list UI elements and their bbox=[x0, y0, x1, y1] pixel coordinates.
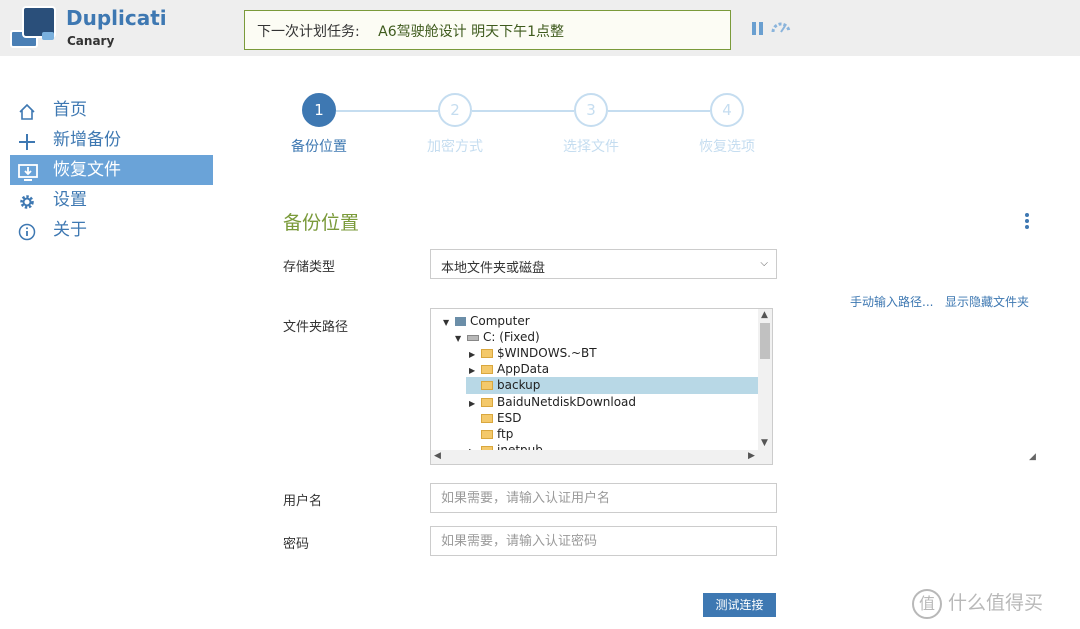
home-icon bbox=[18, 101, 36, 120]
schedule-label: 下一次计划任务: bbox=[257, 24, 360, 40]
watermark: 值什么值得买 bbox=[912, 588, 1043, 619]
top-header: Duplicati Canary 下一次计划任务: A6驾驶舱设计 明天下午1点… bbox=[0, 0, 1080, 56]
step-3-label: 选择文件 bbox=[563, 139, 619, 155]
username-field[interactable] bbox=[430, 483, 777, 513]
storage-type-value: 本地文件夹或磁盘 bbox=[441, 261, 546, 276]
tree-node-computer[interactable]: ▼ Computer bbox=[443, 313, 530, 329]
step-3-circle[interactable]: 3 bbox=[574, 93, 608, 127]
info-icon bbox=[18, 221, 36, 241]
expand-arrow-icon[interactable]: ▼ bbox=[455, 331, 467, 347]
next-scheduled-task[interactable]: 下一次计划任务: A6驾驶舱设计 明天下午1点整 bbox=[244, 10, 731, 50]
more-options-icon[interactable] bbox=[1024, 213, 1030, 229]
wizard-stepper: 1 2 3 4 备份位置 加密方式 选择文件 恢复选项 bbox=[291, 93, 780, 163]
tree-node-folder[interactable]: ▶ BaiduNetdiskDownload bbox=[469, 394, 636, 410]
show-hidden-folders-link[interactable]: 显示隐藏文件夹 bbox=[945, 293, 1029, 310]
pause-icon[interactable] bbox=[752, 22, 764, 35]
duplicati-logo[interactable] bbox=[10, 6, 56, 50]
tree-node-folder[interactable]: ▶ AppData bbox=[469, 361, 549, 377]
sidebar-nav: 首页 新增备份 恢复文件 设置 关于 bbox=[10, 95, 213, 245]
step-4-label: 恢复选项 bbox=[699, 139, 755, 155]
tree-node-folder-selected[interactable]: backup bbox=[469, 377, 540, 393]
step-1-circle[interactable]: 1 bbox=[302, 93, 336, 127]
gear-icon bbox=[18, 191, 36, 209]
app-title[interactable]: Duplicati bbox=[66, 6, 167, 30]
watermark-text: 什么值得买 bbox=[948, 592, 1044, 614]
folder-icon bbox=[481, 349, 493, 358]
step-4-circle[interactable]: 4 bbox=[710, 93, 744, 127]
tree-node-folder[interactable]: ESD bbox=[469, 410, 521, 426]
computer-icon bbox=[455, 317, 466, 326]
test-connection-button[interactable]: 测试连接 bbox=[703, 593, 776, 617]
sidebar-item-restore[interactable]: 恢复文件 bbox=[10, 155, 213, 185]
folder-icon bbox=[481, 430, 493, 439]
plus-icon bbox=[18, 131, 36, 150]
section-title: 备份位置 bbox=[283, 212, 360, 234]
sidebar-item-label: 关于 bbox=[53, 220, 87, 240]
sidebar-item-add-backup[interactable]: 新增备份 bbox=[10, 125, 213, 155]
tree-node-folder[interactable]: ftp bbox=[469, 426, 513, 442]
restore-icon bbox=[18, 161, 38, 181]
throttle-icon[interactable] bbox=[770, 20, 792, 36]
schedule-value: A6驾驶舱设计 明天下午1点整 bbox=[378, 24, 565, 40]
scrollbar-thumb[interactable] bbox=[760, 323, 770, 359]
folder-icon bbox=[481, 381, 493, 390]
folder-icon bbox=[481, 365, 493, 374]
vertical-scrollbar[interactable]: ▲ ▼ bbox=[758, 309, 772, 451]
sidebar-item-settings[interactable]: 设置 bbox=[10, 185, 213, 215]
folder-icon bbox=[481, 414, 493, 423]
drive-icon bbox=[467, 334, 479, 341]
tree-node-folder[interactable]: ▶ $WINDOWS.~BT bbox=[469, 345, 597, 361]
step-2-circle[interactable]: 2 bbox=[438, 93, 472, 127]
password-label: 密码 bbox=[283, 537, 310, 552]
sidebar-item-label: 首页 bbox=[53, 100, 87, 120]
tree-node-drive[interactable]: ▼ C: (Fixed) bbox=[455, 329, 540, 345]
sidebar-item-label: 设置 bbox=[53, 190, 87, 210]
step-2-label: 加密方式 bbox=[427, 139, 483, 155]
folder-icon bbox=[481, 398, 493, 407]
sidebar-item-home[interactable]: 首页 bbox=[10, 95, 213, 125]
resize-handle-icon[interactable]: ◢ bbox=[1029, 452, 1036, 462]
watermark-logo: 值 bbox=[912, 588, 942, 619]
manual-path-link[interactable]: 手动输入路径... bbox=[850, 293, 933, 310]
storage-type-select[interactable]: 本地文件夹或磁盘 ⌵ bbox=[430, 249, 777, 279]
password-field[interactable] bbox=[430, 526, 777, 556]
username-label: 用户名 bbox=[283, 494, 323, 509]
chevron-down-icon: ⌵ bbox=[760, 258, 768, 269]
folder-path-label: 文件夹路径 bbox=[283, 320, 349, 335]
app-subtitle: Canary bbox=[67, 34, 115, 48]
expand-arrow-icon[interactable]: ▼ bbox=[443, 315, 455, 331]
sidebar-item-label: 恢复文件 bbox=[53, 160, 121, 180]
folder-tree[interactable]: ▼ Computer ▼ C: (Fixed) ▶ $WINDOWS.~BT ▶ App… bbox=[430, 308, 773, 465]
sidebar-item-about[interactable]: 关于 bbox=[10, 215, 213, 245]
storage-type-label: 存储类型 bbox=[283, 260, 336, 275]
sidebar-item-label: 新增备份 bbox=[53, 130, 121, 150]
step-1-label: 备份位置 bbox=[291, 139, 347, 155]
horizontal-scrollbar[interactable]: ◀ ▶ bbox=[431, 450, 772, 464]
